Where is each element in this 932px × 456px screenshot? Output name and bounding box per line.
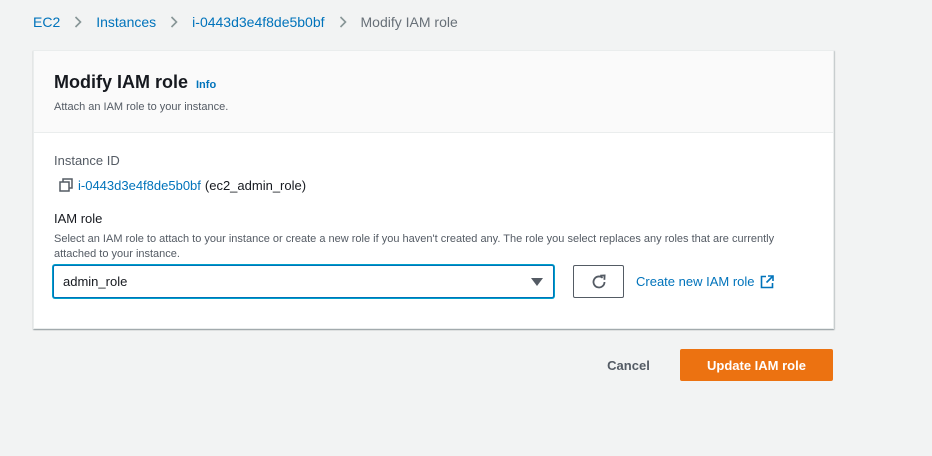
modify-iam-role-panel: Modify IAM role Info Attach an IAM role … <box>33 50 834 329</box>
create-new-iam-role-link[interactable]: Create new IAM role <box>636 274 774 289</box>
instance-name: (ec2_admin_role) <box>204 177 307 193</box>
panel-header: Modify IAM role Info Attach an IAM role … <box>34 51 833 133</box>
copy-icon[interactable] <box>58 177 74 193</box>
panel-description: Attach an IAM role to your instance. <box>54 101 229 113</box>
instance-id-value: i-0443d3e4f8de5b0bf (ec2_admin_role) <box>58 177 306 193</box>
create-new-iam-role-label: Create new IAM role <box>636 274 755 289</box>
iam-role-label: IAM role <box>54 211 103 226</box>
instance-id-link[interactable]: i-0443d3e4f8de5b0bf <box>78 178 201 193</box>
update-iam-role-button[interactable]: Update IAM role <box>680 349 833 381</box>
iam-role-description: Select an IAM role to attach to your ins… <box>54 233 775 260</box>
chevron-right-icon <box>71 16 85 28</box>
breadcrumb-instance-id[interactable]: i-0443d3e4f8de5b0bf <box>192 14 324 30</box>
iam-role-selected-value: admin_role <box>63 274 128 289</box>
panel-title-row: Modify IAM role Info <box>54 72 813 93</box>
external-link-icon <box>760 274 774 289</box>
caret-down-icon <box>531 278 543 286</box>
chevron-right-icon <box>167 16 181 28</box>
info-link[interactable]: Info <box>196 79 216 91</box>
refresh-button[interactable] <box>573 265 624 298</box>
cancel-button[interactable]: Cancel <box>595 349 662 381</box>
breadcrumb-ec2[interactable]: EC2 <box>33 14 60 30</box>
breadcrumb-instances[interactable]: Instances <box>96 14 156 30</box>
page-title: Modify IAM role <box>54 72 188 92</box>
instance-id-label: Instance ID <box>54 153 120 168</box>
iam-role-select[interactable]: admin_role <box>53 265 554 298</box>
breadcrumb: EC2 Instances i-0443d3e4f8de5b0bf Modify… <box>33 13 458 31</box>
refresh-icon <box>590 273 608 291</box>
breadcrumb-current: Modify IAM role <box>360 14 458 30</box>
chevron-right-icon <box>336 16 350 28</box>
